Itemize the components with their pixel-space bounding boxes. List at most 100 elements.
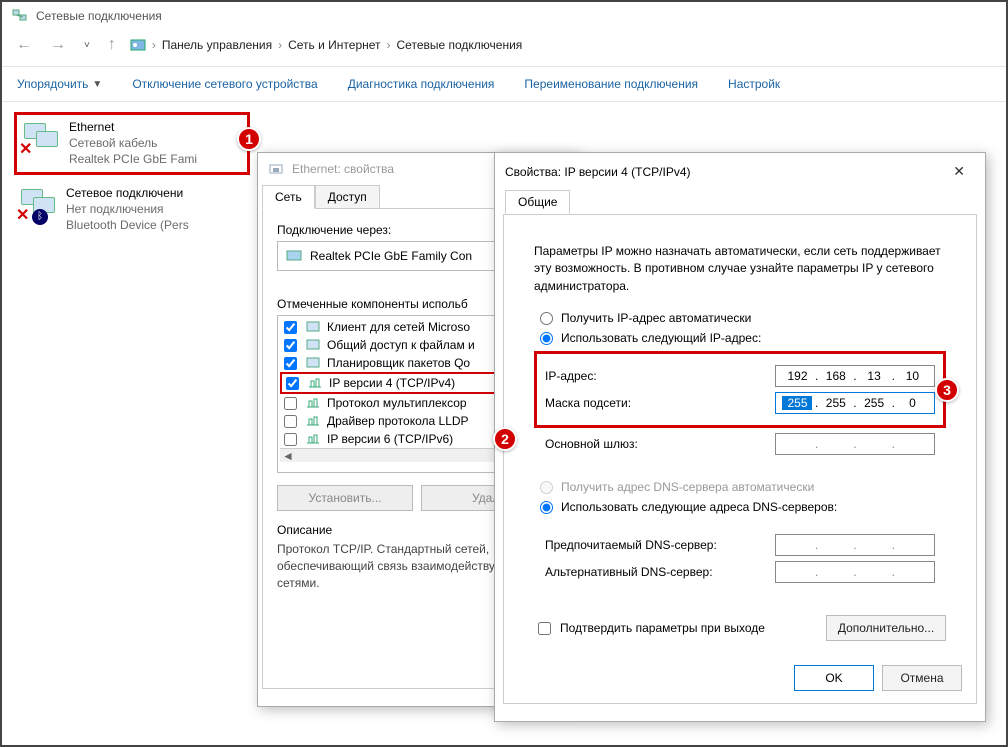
install-button[interactable]: Установить... [277, 485, 413, 511]
connection-item-bluetooth[interactable]: ✕ ᛒ Сетевое подключени Нет подключения B… [14, 181, 250, 238]
component-label: Протокол мультиплексор [327, 396, 467, 410]
component-label: Планировщик пакетов Qo [327, 356, 470, 370]
dialog-title: Свойства: IP версии 4 (TCP/IPv4) [505, 165, 691, 179]
breadcrumb-item[interactable]: Панель управления [162, 38, 272, 52]
toolbar-rename[interactable]: Переименование подключения [524, 77, 698, 91]
error-x-icon: ✕ [19, 139, 32, 159]
close-icon[interactable]: ✕ [943, 161, 975, 182]
annotation-1: 1 [237, 127, 261, 151]
radio-auto-dns: Получить адрес DNS-сервера автоматически [540, 480, 946, 494]
nav-recent-icon[interactable]: ˅ [80, 38, 94, 53]
component-checkbox[interactable] [284, 339, 297, 352]
annotation-3: 3 [935, 378, 959, 402]
connection-item-ethernet[interactable]: ✕ Ethernet Сетевой кабель Realtek PCIe G… [14, 112, 250, 175]
gateway-input[interactable]: ... [775, 433, 935, 455]
radio-input[interactable] [540, 312, 553, 325]
network-icon [12, 8, 28, 24]
ok-button[interactable]: OK [794, 665, 874, 691]
tab-access[interactable]: Доступ [315, 185, 380, 209]
breadcrumb-item[interactable]: Сетевые подключения [397, 38, 523, 52]
preferred-dns-row: Предпочитаемый DNS-сервер: ... [545, 534, 935, 556]
ip-settings-highlight: IP-адрес: 192. 168. 13. 10 Маска подсети… [534, 351, 946, 428]
nav-forward-icon[interactable]: → [46, 34, 70, 56]
adapter-name: Realtek PCIe GbE Family Con [310, 249, 472, 263]
connection-device: Realtek PCIe GbE Fami [69, 151, 197, 167]
gateway-label: Основной шлюз: [545, 437, 775, 451]
toolbar-disable[interactable]: Отключение сетевого устройства [132, 77, 317, 91]
toolbar-diagnose[interactable]: Диагностика подключения [348, 77, 495, 91]
component-icon [305, 319, 321, 335]
adapter-icon [286, 248, 302, 264]
explorer-title-text: Сетевые подключения [36, 9, 162, 23]
component-label: IP версии 6 (TCP/IPv6) [327, 432, 453, 446]
radio-input[interactable] [540, 501, 553, 514]
ip-address-label: IP-адрес: [545, 369, 775, 383]
preferred-dns-label: Предпочитаемый DNS-сервер: [545, 538, 775, 552]
annotation-2: 2 [493, 427, 517, 451]
dialog-buttons: OK Отмена [794, 665, 962, 691]
chevron-down-icon: ▼ [92, 79, 102, 90]
component-icon [307, 375, 323, 391]
component-icon [305, 337, 321, 353]
connection-icon: ✕ ᛒ [18, 185, 58, 223]
component-label: Клиент для сетей Microso [327, 320, 470, 334]
component-label: Драйвер протокола LLDP [327, 414, 469, 428]
preferred-dns-input[interactable]: ... [775, 534, 935, 556]
connection-status: Нет подключения [66, 201, 189, 217]
breadcrumb-item[interactable]: Сеть и Интернет [288, 38, 380, 52]
breadcrumb[interactable]: › Панель управления › Сеть и Интернет › … [130, 37, 522, 53]
subnet-mask-input[interactable]: 255. 255. 255. 0 [775, 392, 935, 414]
component-icon [305, 431, 321, 447]
connection-list: ✕ Ethernet Сетевой кабель Realtek PCIe G… [2, 102, 262, 253]
subnet-mask-label: Маска подсети: [545, 396, 775, 410]
connection-icon: ✕ [21, 119, 61, 157]
tab-general[interactable]: Общие [505, 190, 570, 214]
window-frame: Сетевые подключения ← → ˅ ↑ › Панель упр… [0, 0, 1008, 747]
radio-auto-ip[interactable]: Получить IP-адрес автоматически [540, 311, 946, 325]
ip-address-row: IP-адрес: 192. 168. 13. 10 [545, 365, 935, 387]
alternate-dns-input[interactable]: ... [775, 561, 935, 583]
cancel-button[interactable]: Отмена [882, 665, 962, 691]
connection-name: Сетевое подключени [66, 185, 189, 201]
dialog-titlebar[interactable]: Свойства: IP версии 4 (TCP/IPv4) ✕ [495, 153, 985, 190]
radio-input[interactable] [540, 332, 553, 345]
control-panel-icon [130, 37, 146, 53]
ethernet-icon [268, 161, 284, 177]
subnet-mask-row: Маска подсети: 255. 255. 255. 0 [545, 392, 935, 414]
toolbar-settings[interactable]: Настройк [728, 77, 780, 91]
component-icon [305, 355, 321, 371]
nav-up-icon[interactable]: ↑ [104, 34, 120, 56]
dns-settings: Предпочитаемый DNS-сервер: ... Альтернат… [534, 520, 946, 597]
radio-manual-ip[interactable]: Использовать следующий IP-адрес: [540, 331, 946, 345]
explorer-titlebar: Сетевые подключения [2, 2, 1006, 30]
component-checkbox[interactable] [286, 377, 299, 390]
nav-back-icon[interactable]: ← [12, 34, 36, 56]
component-checkbox[interactable] [284, 433, 297, 446]
tab-network[interactable]: Сеть [262, 185, 315, 209]
component-checkbox[interactable] [284, 357, 297, 370]
connection-status: Сетевой кабель [69, 135, 197, 151]
validate-checkbox[interactable] [538, 622, 551, 635]
bluetooth-icon: ᛒ [32, 209, 48, 225]
connection-name: Ethernet [69, 119, 197, 135]
ipv4-properties-dialog: Свойства: IP версии 4 (TCP/IPv4) ✕ Общие… [494, 152, 986, 722]
toolbar-organize[interactable]: Упорядочить ▼ [17, 77, 102, 91]
component-icon [305, 413, 321, 429]
component-checkbox[interactable] [284, 415, 297, 428]
radio-manual-dns[interactable]: Использовать следующие адреса DNS-сервер… [540, 500, 946, 514]
gateway-row: Основной шлюз: ... [534, 433, 946, 455]
component-icon [305, 395, 321, 411]
advanced-button[interactable]: Дополнительно... [826, 615, 946, 641]
component-label: IP версии 4 (TCP/IPv4) [329, 376, 455, 390]
toolbar: Упорядочить ▼ Отключение сетевого устрой… [2, 67, 1006, 102]
component-checkbox[interactable] [284, 397, 297, 410]
explorer-nav: ← → ˅ ↑ › Панель управления › Сеть и Инт… [2, 30, 1006, 67]
component-checkbox[interactable] [284, 321, 297, 334]
tab-body: Параметры IP можно назначать автоматичес… [503, 214, 977, 704]
dialog-title: Ethernet: свойства [292, 162, 394, 176]
error-x-icon: ✕ [16, 205, 29, 225]
ip-address-input[interactable]: 192. 168. 13. 10 [775, 365, 935, 387]
alternate-dns-label: Альтернативный DNS-сервер: [545, 565, 775, 579]
validate-checkbox-row[interactable]: Подтвердить параметры при выходе Дополни… [534, 615, 946, 641]
connection-device: Bluetooth Device (Pers [66, 217, 189, 233]
